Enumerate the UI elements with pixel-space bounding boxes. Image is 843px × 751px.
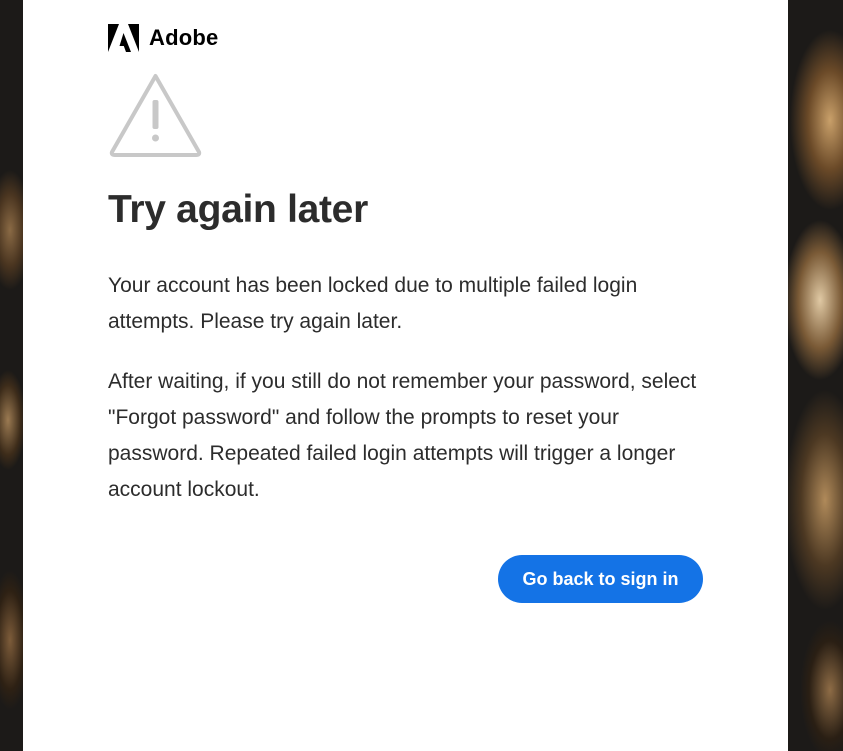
- brand-header: Adobe: [108, 24, 218, 52]
- brand-name: Adobe: [149, 25, 219, 50]
- go-back-to-sign-in-button[interactable]: Go back to sign in: [498, 555, 703, 603]
- lockout-card: Adobe Try again later Your account has b…: [23, 0, 788, 751]
- recovery-instructions: After waiting, if you still do not remem…: [108, 370, 697, 501]
- warning-triangle-icon: [109, 74, 202, 157]
- lockout-message: Your account has been locked due to mult…: [108, 274, 638, 333]
- adobe-logo-icon: [108, 24, 139, 52]
- page-title: Try again later: [108, 188, 368, 231]
